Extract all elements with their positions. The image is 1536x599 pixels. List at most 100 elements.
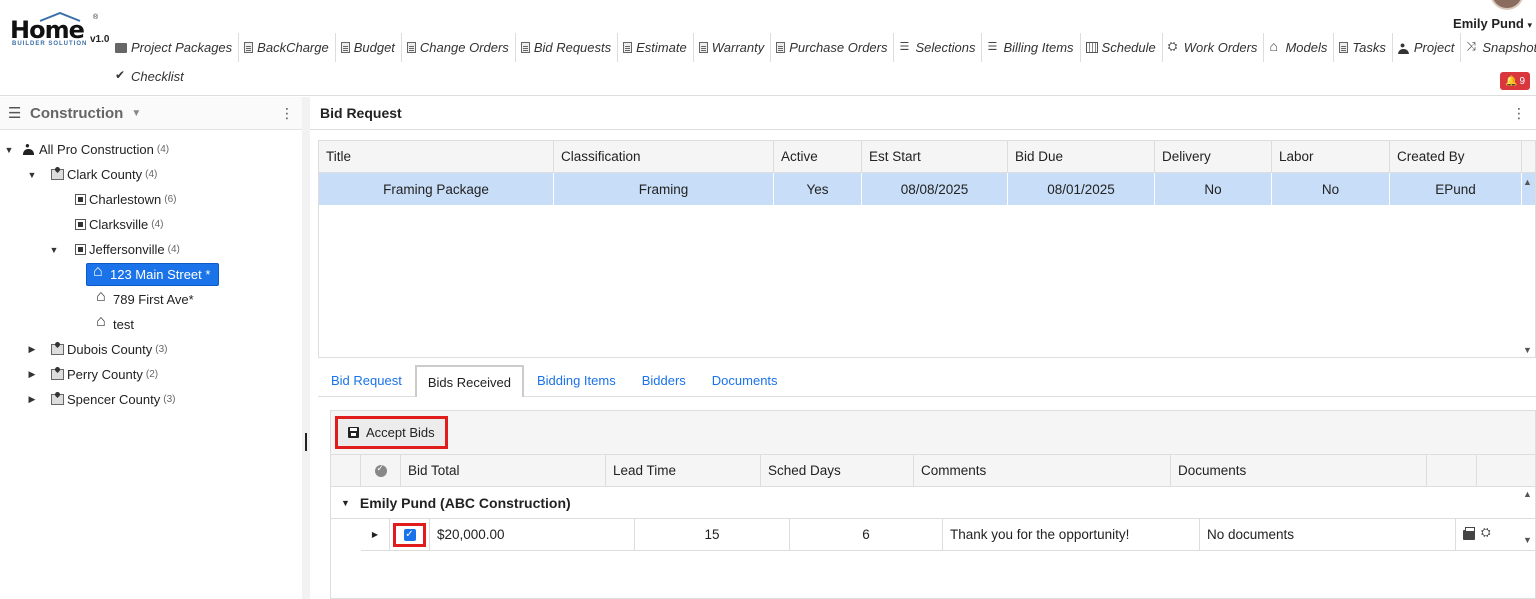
collapsed-arrow-icon[interactable]: ▶ xyxy=(27,369,37,380)
tree-node-clark-county[interactable]: ▼ Clark County (4) xyxy=(0,162,302,187)
cell-labor[interactable]: No xyxy=(1272,173,1390,205)
menu-icon[interactable]: ☰ xyxy=(8,104,30,122)
selected-project[interactable]: 123 Main Street * xyxy=(86,263,220,286)
accepted-cell[interactable]: ✓ xyxy=(390,519,430,550)
tab-bidding-items[interactable]: Bidding Items xyxy=(524,365,629,396)
scroll-down-icon[interactable]: ▼ xyxy=(1523,535,1532,545)
column-header-documents[interactable]: Documents xyxy=(1171,455,1427,486)
row-expander[interactable]: ▶ xyxy=(361,519,390,550)
tree-node-root[interactable]: ▼ All Pro Construction(4) xyxy=(0,137,302,162)
cell-bid-total[interactable]: $20,000.00 xyxy=(430,519,635,550)
expanded-arrow-icon[interactable]: ▼ xyxy=(341,498,350,508)
nav-estimate[interactable]: Estimate xyxy=(618,33,694,62)
expanded-arrow-icon[interactable]: ▼ xyxy=(27,170,37,180)
column-header-delivery[interactable]: Delivery xyxy=(1155,141,1272,172)
scroll-up-icon[interactable]: ▲ xyxy=(1523,489,1532,499)
cell-sched-days[interactable]: 6 xyxy=(790,519,943,550)
accept-checkbox[interactable]: ✓ xyxy=(403,528,416,541)
tree-node-dubois-county[interactable]: ▶ Dubois County (3) xyxy=(0,337,302,362)
nav-warranty[interactable]: Warranty xyxy=(694,33,772,62)
tree-node-clarksville[interactable]: Clarksville (4) xyxy=(0,212,302,237)
nav-tasks[interactable]: Tasks xyxy=(1334,33,1393,62)
vertical-scrollbar[interactable]: ▲ ▼ xyxy=(1521,487,1535,555)
company-icon xyxy=(22,141,36,156)
user-menu[interactable]: Emily Pund ▾ 🔔 9 xyxy=(1432,0,1532,90)
scroll-up-icon[interactable]: ▲ xyxy=(1523,177,1532,187)
more-options-icon[interactable]: ⋮ xyxy=(280,105,294,122)
column-header-comments[interactable]: Comments xyxy=(914,455,1171,486)
app-logo[interactable]: Home ® BUILDER SOLUTION v1.0 xyxy=(10,12,110,52)
cell-delivery[interactable]: No xyxy=(1155,173,1272,205)
column-header-lead-time[interactable]: Lead Time xyxy=(606,455,761,486)
cell-active[interactable]: Yes xyxy=(774,173,862,205)
tab-bid-request[interactable]: Bid Request xyxy=(318,365,415,396)
cell-comments[interactable]: Thank you for the opportunity! xyxy=(943,519,1200,550)
expanded-arrow-icon[interactable]: ▼ xyxy=(49,245,59,255)
tree-node-123-main-street[interactable]: 123 Main Street * xyxy=(0,262,302,287)
nav-change-orders[interactable]: Change Orders xyxy=(402,33,516,62)
tree-node-perry-county[interactable]: ▶ Perry County (2) xyxy=(0,362,302,387)
scroll-down-icon[interactable]: ▼ xyxy=(1523,345,1532,355)
column-header-est-start[interactable]: Est Start xyxy=(862,141,1008,172)
nav-budget[interactable]: Budget xyxy=(336,33,402,62)
nav-project-packages[interactable]: Project Packages xyxy=(110,33,240,62)
column-header-sched-days[interactable]: Sched Days xyxy=(761,455,914,486)
nav-label: Project Packages xyxy=(131,40,233,55)
notification-badge[interactable]: 🔔 9 xyxy=(1499,72,1530,90)
accept-checkbox-highlight[interactable]: ✓ xyxy=(393,522,426,547)
caret-down-icon[interactable]: ▼ xyxy=(131,108,141,119)
nav-purchase-orders[interactable]: Purchase Orders xyxy=(771,33,895,62)
cell-documents[interactable]: No documents xyxy=(1200,519,1456,550)
left-panel: ☰ Construction ▼ ⋮ ▼ All Pro Constructio… xyxy=(0,97,302,599)
nav-bid-requests[interactable]: Bid Requests xyxy=(516,33,619,62)
nav-label: Project xyxy=(1413,40,1455,55)
nav-work-orders[interactable]: Work Orders xyxy=(1163,33,1265,62)
column-header-labor[interactable]: Labor xyxy=(1272,141,1390,172)
cell-lead-time[interactable]: 15 xyxy=(635,519,790,550)
bidder-group-row[interactable]: ▼ Emily Pund (ABC Construction) xyxy=(331,487,1535,519)
column-header-active[interactable]: Active xyxy=(774,141,862,172)
nav-billing-items[interactable]: Billing Items xyxy=(982,33,1081,62)
cell-est-start[interactable]: 08/08/2025 xyxy=(862,173,1008,205)
tab-documents[interactable]: Documents xyxy=(699,365,791,396)
collapsed-arrow-icon[interactable]: ▶ xyxy=(27,394,37,405)
vertical-scrollbar[interactable]: ▲ ▼ xyxy=(1521,173,1535,357)
user-name[interactable]: Emily Pund ▾ xyxy=(1453,16,1532,31)
collapsed-arrow-icon[interactable]: ▶ xyxy=(27,344,37,355)
splitter-grip[interactable] xyxy=(305,433,307,451)
nav-checklist[interactable]: Checklist xyxy=(110,62,190,91)
tree-node-test[interactable]: test xyxy=(0,312,302,337)
accept-bids-button[interactable]: Accept Bids xyxy=(335,416,448,449)
avatar[interactable] xyxy=(1490,0,1524,10)
column-header-title[interactable]: Title xyxy=(319,141,554,172)
more-options-icon[interactable]: ⋮ xyxy=(1512,105,1526,122)
panel-splitter[interactable] xyxy=(302,97,310,599)
column-header-accepted[interactable] xyxy=(361,455,401,486)
nav-backcharge[interactable]: BackCharge xyxy=(239,33,336,62)
nav-models[interactable]: Models xyxy=(1264,33,1335,62)
bid-row[interactable]: ▶ ✓ $20,000.00 15 6 Thank you for the op… xyxy=(361,519,1535,551)
nav-selections[interactable]: Selections xyxy=(894,33,983,62)
tree-node-charlestown[interactable]: Charlestown (6) xyxy=(0,187,302,212)
nav-schedule[interactable]: Schedule xyxy=(1081,33,1163,62)
tab-bids-received[interactable]: Bids Received xyxy=(414,365,524,397)
cell-classification[interactable]: Framing xyxy=(554,173,774,205)
column-header-created-by[interactable]: Created By xyxy=(1390,141,1522,172)
cell-bid-due[interactable]: 08/01/2025 xyxy=(1008,173,1155,205)
right-panel: Bid Request ⋮ Title Classification Activ… xyxy=(310,97,1536,599)
expand-arrow-icon[interactable]: ▶ xyxy=(372,530,378,539)
company-selector[interactable]: Construction xyxy=(30,105,123,122)
table-row[interactable]: Framing Package Framing Yes 08/08/2025 0… xyxy=(319,173,1535,205)
cell-created-by[interactable]: EPund xyxy=(1390,173,1522,205)
expanded-arrow-icon[interactable]: ▼ xyxy=(4,145,14,155)
tree-node-jeffersonville[interactable]: ▼ Jeffersonville (4) xyxy=(0,237,302,262)
column-header-classification[interactable]: Classification xyxy=(554,141,774,172)
column-header-bid-total[interactable]: Bid Total xyxy=(401,455,606,486)
tab-bidders[interactable]: Bidders xyxy=(629,365,699,396)
crew-icon[interactable] xyxy=(1481,525,1493,540)
cell-title[interactable]: Framing Package xyxy=(319,173,554,205)
tree-node-spencer-county[interactable]: ▶ Spencer County (3) xyxy=(0,387,302,412)
tree-node-789-first-ave[interactable]: 789 First Ave* xyxy=(0,287,302,312)
column-header-bid-due[interactable]: Bid Due xyxy=(1008,141,1155,172)
print-icon[interactable] xyxy=(1463,526,1475,540)
